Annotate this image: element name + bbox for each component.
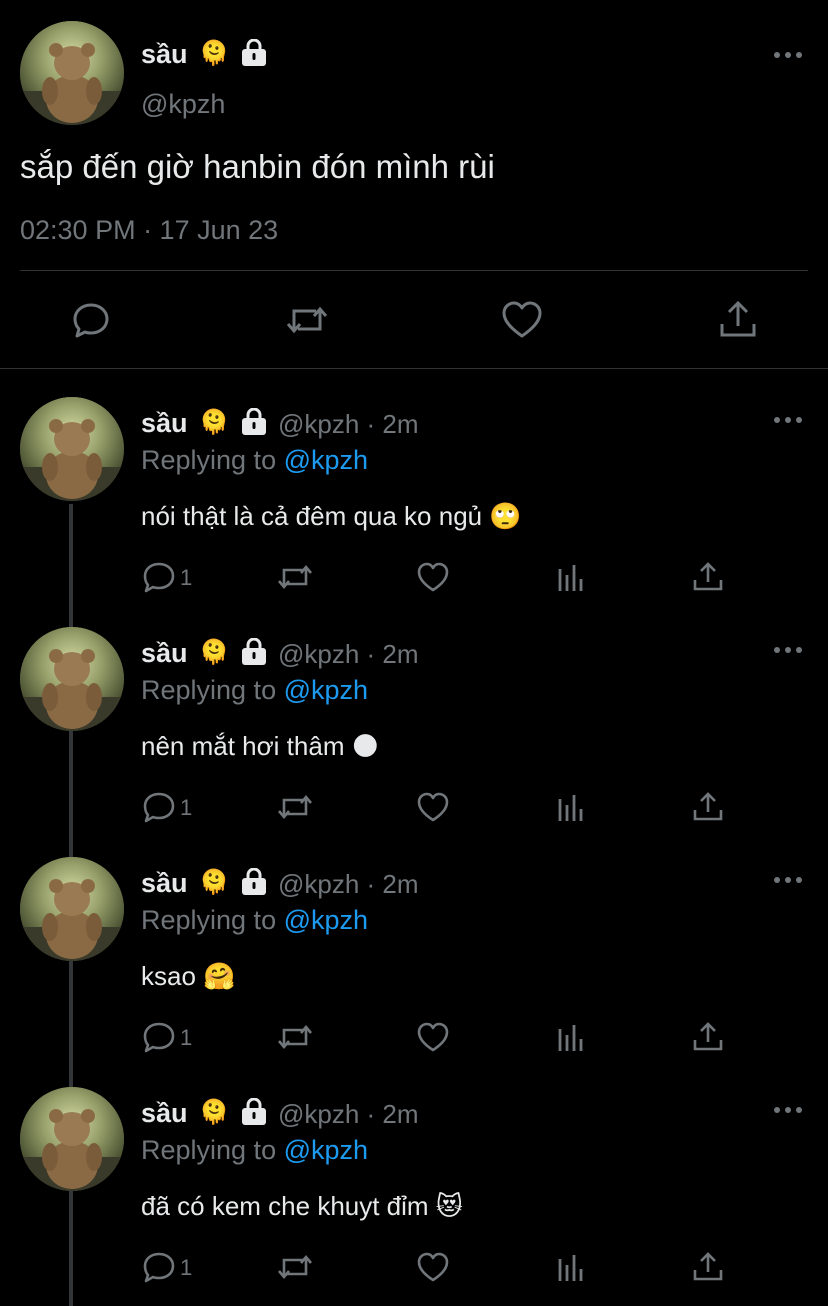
divider [0, 368, 828, 369]
share-icon[interactable] [692, 561, 724, 593]
more-dots-icon[interactable] [773, 876, 803, 884]
lock-icon [242, 39, 266, 66]
replying-prefix: Replying to [141, 445, 284, 475]
avatar[interactable] [20, 21, 124, 125]
name-emoji: 🫠 [199, 869, 229, 896]
reply-count: 1 [180, 1025, 193, 1050]
tweet-timestamp[interactable]: 02:30 PM · 17 Jun 23 [20, 215, 278, 246]
lock-icon [242, 1098, 266, 1125]
handle-time[interactable]: @kpzh · 2m [278, 1099, 419, 1130]
divider [20, 270, 808, 271]
replying-prefix: Replying to [141, 905, 284, 935]
replying-prefix: Replying to [141, 1135, 284, 1165]
display-name[interactable]: sầu [141, 39, 188, 70]
avatar[interactable] [20, 857, 124, 961]
retweet-icon[interactable] [284, 300, 330, 340]
replying-mention[interactable]: @kpzh [284, 675, 368, 705]
lock-icon [242, 638, 266, 665]
reply-icon[interactable] [71, 300, 111, 340]
avatar[interactable] [20, 627, 124, 731]
replying-mention[interactable]: @kpzh [284, 445, 368, 475]
replying-to: Replying to @kpzh [141, 905, 368, 936]
analytics-icon[interactable] [556, 1021, 586, 1053]
handle-time[interactable]: @kpzh · 2m [278, 409, 419, 440]
name-emoji: 🫠 [199, 409, 229, 436]
reply-count: 1 [180, 795, 193, 820]
replying-mention[interactable]: @kpzh [284, 1135, 368, 1165]
retweet-icon[interactable] [276, 1251, 314, 1283]
analytics-icon[interactable] [556, 791, 586, 823]
like-icon[interactable] [416, 1251, 450, 1283]
handle-time[interactable]: @kpzh · 2m [278, 869, 419, 900]
display-name[interactable]: sầu [141, 868, 188, 899]
replying-prefix: Replying to [141, 675, 284, 705]
retweet-icon[interactable] [276, 791, 314, 823]
name-emoji: 🫠 [199, 40, 229, 67]
handle[interactable]: @kpzh [141, 89, 225, 120]
display-name[interactable]: sầu [141, 408, 188, 439]
reply-text: ksao 🤗 [141, 961, 236, 991]
share-icon[interactable] [692, 791, 724, 823]
display-name[interactable]: sầu [141, 1098, 188, 1129]
reply-text: nói thật là cả đêm qua ko ngủ 🙄 [141, 501, 522, 531]
display-name[interactable]: sầu [141, 638, 188, 669]
share-icon[interactable] [692, 1251, 724, 1283]
reply-icon[interactable] [142, 1021, 176, 1053]
retweet-icon[interactable] [276, 561, 314, 593]
replying-to: Replying to @kpzh [141, 1135, 368, 1166]
reply-count: 1 [180, 565, 193, 590]
analytics-icon[interactable] [556, 1251, 586, 1283]
retweet-icon[interactable] [276, 1021, 314, 1053]
share-icon[interactable] [718, 300, 758, 340]
avatar[interactable] [20, 397, 124, 501]
reply-icon[interactable] [142, 791, 176, 823]
reply-text: đã có kem che khuyt đỉm 😻 [141, 1191, 463, 1221]
reply-icon[interactable] [142, 1251, 176, 1283]
reply-count: 1 [180, 1255, 193, 1280]
analytics-icon[interactable] [556, 561, 586, 593]
more-dots-icon[interactable] [773, 416, 803, 424]
handle-time[interactable]: @kpzh · 2m [278, 639, 419, 670]
share-icon[interactable] [692, 1021, 724, 1053]
like-icon[interactable] [416, 791, 450, 823]
more-dots-icon[interactable] [773, 51, 803, 59]
name-emoji: 🫠 [199, 1099, 229, 1126]
reply-text: nên mắt hơi thâm 🌑 [141, 731, 379, 761]
like-icon[interactable] [416, 561, 450, 593]
replying-to: Replying to @kpzh [141, 445, 368, 476]
replying-mention[interactable]: @kpzh [284, 905, 368, 935]
name-emoji: 🫠 [199, 639, 229, 666]
like-icon[interactable] [501, 300, 543, 340]
like-icon[interactable] [416, 1021, 450, 1053]
tweet-text: sắp đến giờ hanbin đón mình rùi [20, 148, 495, 185]
avatar[interactable] [20, 1087, 124, 1191]
lock-icon [242, 408, 266, 435]
replying-to: Replying to @kpzh [141, 675, 368, 706]
more-dots-icon[interactable] [773, 1106, 803, 1114]
reply-icon[interactable] [142, 561, 176, 593]
lock-icon [242, 868, 266, 895]
more-dots-icon[interactable] [773, 646, 803, 654]
